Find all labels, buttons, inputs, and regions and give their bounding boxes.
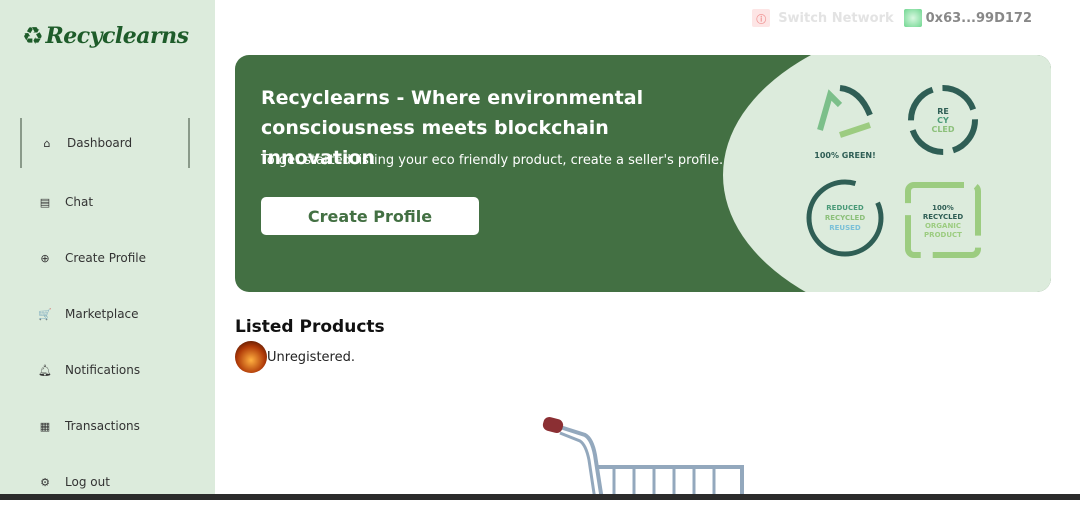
wallet-address: 0x63...99D172 [925, 10, 1032, 26]
sidebar-item-label: Dashboard [67, 136, 133, 150]
banner-subtitle: To get started listing your eco friendly… [261, 153, 724, 168]
svg-text:RECYCLED: RECYCLED [923, 213, 964, 221]
sidebar-item-label: Notifications [65, 363, 141, 377]
switch-network-label: Switch Network [778, 10, 894, 26]
bottom-bar [0, 494, 1080, 500]
recycled-badge: RE CY CLED [908, 85, 978, 155]
sidebar-item-create-profile[interactable]: ⊕ Create Profile [20, 233, 190, 283]
cart-icon: 🛒 [38, 307, 52, 321]
gear-icon: ⚙ [40, 475, 50, 489]
user-status-text: Unregistered. [267, 349, 355, 365]
hero-banner: Recyclearns - Where environmental consci… [235, 55, 1051, 292]
topbar: ⓘ Switch Network 0x63...99D172 [752, 9, 1032, 27]
switch-network-button[interactable]: ⓘ Switch Network [752, 9, 894, 27]
receipt-icon: ▦ [39, 419, 51, 433]
home-icon: ⌂ [43, 136, 51, 150]
svg-text:CLED: CLED [931, 125, 954, 134]
wallet-button[interactable]: 0x63...99D172 [903, 9, 1032, 27]
user-status: Unregistered. [235, 341, 355, 373]
svg-text:100%: 100% [932, 204, 954, 212]
sidebar-item-label: Transactions [65, 419, 140, 433]
svg-text:100% GREEN!: 100% GREEN! [814, 151, 876, 160]
avatar[interactable] [235, 341, 267, 373]
reduced-badge: REDUCED RECYCLED REUSED [806, 179, 884, 257]
wallet-avatar-icon [903, 9, 922, 27]
svg-text:CY: CY [937, 116, 949, 125]
sidebar-item-marketplace[interactable]: 🛒 Marketplace [20, 289, 190, 339]
bell-icon: 🔔︎ [38, 363, 52, 377]
sidebar-item-label: Create Profile [65, 251, 146, 265]
sidebar-item-notifications[interactable]: 🔔︎ Notifications [20, 345, 190, 395]
recycle-badges-image: 100% GREEN! RE CY CLED REDUCED RECYCLED … [806, 85, 981, 258]
sidebar-item-label: Marketplace [65, 307, 139, 321]
svg-text:REDUCED: REDUCED [826, 204, 864, 212]
archive-icon: ▤ [39, 195, 51, 209]
logo[interactable]: ♻ Recyclearns [22, 22, 189, 50]
svg-text:RECYCLED: RECYCLED [825, 214, 866, 222]
svg-text:RE: RE [937, 107, 949, 116]
alert-icon: ⓘ [752, 9, 771, 27]
organic-badge: 100% RECYCLED ORGANIC PRODUCT [905, 182, 981, 258]
sidebar-item-label: Log out [65, 475, 110, 489]
sidebar-item-transactions[interactable]: ▦ Transactions [20, 401, 190, 451]
svg-text:REUSED: REUSED [829, 224, 861, 232]
sidebar-item-chat[interactable]: ▤ Chat [20, 177, 190, 227]
sidebar: ♻ Recyclearns ⌂ Dashboard ▤ Chat ⊕ Create P… [0, 0, 215, 500]
plus-circle-icon: ⊕ [40, 251, 50, 265]
sidebar-item-label: Chat [65, 195, 94, 209]
svg-text:ORGANIC: ORGANIC [925, 222, 961, 230]
empty-cart-illustration [542, 416, 744, 500]
sidebar-item-dashboard[interactable]: ⌂ Dashboard [20, 118, 190, 168]
create-profile-button[interactable]: Create Profile [261, 197, 479, 235]
recycle-icon: ♻ [22, 22, 44, 50]
logo-text: Recyclearns [45, 23, 189, 49]
green-badge: 100% GREEN! [814, 85, 876, 160]
svg-text:PRODUCT: PRODUCT [924, 231, 962, 239]
listed-products-title: Listed Products [235, 317, 385, 337]
